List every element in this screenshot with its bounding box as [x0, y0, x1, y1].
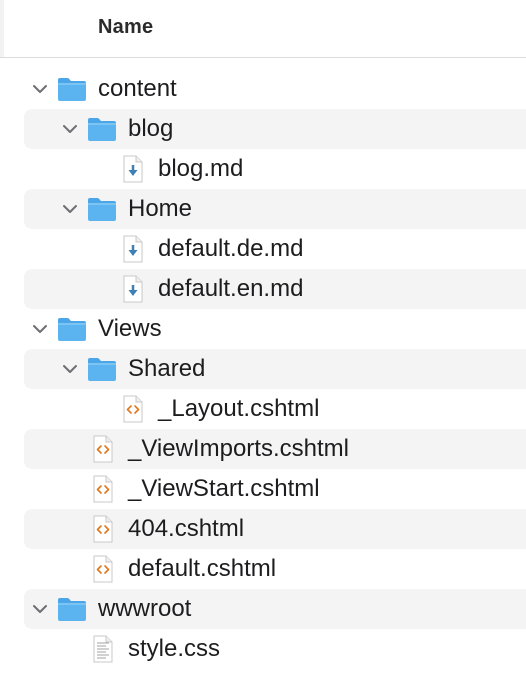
chevron-down-icon[interactable] [60, 119, 80, 139]
item-label: style.css [128, 635, 221, 662]
folder-row-content[interactable]: content [0, 69, 526, 109]
file-row-blog-md[interactable]: blog.md [0, 149, 526, 189]
css-file-icon [86, 635, 118, 663]
markdown-file-icon [116, 155, 148, 183]
file-row-style-css[interactable]: style.css [0, 629, 526, 669]
header-left-edge [0, 0, 4, 57]
chevron-down-icon[interactable] [30, 599, 50, 619]
item-label: blog [128, 115, 174, 142]
code-file-icon [86, 555, 118, 583]
code-file-icon [86, 515, 118, 543]
chevron-down-icon[interactable] [30, 319, 50, 339]
chevron-down-icon[interactable] [30, 79, 50, 99]
folder-row-home[interactable]: Home [0, 189, 526, 229]
code-file-icon [116, 395, 148, 423]
item-label: _ViewImports.cshtml [128, 435, 349, 462]
file-row-default-en-md[interactable]: default.en.md [0, 269, 526, 309]
name-column-header[interactable]: Name [98, 16, 153, 39]
folder-icon [56, 315, 88, 343]
folder-row-shared[interactable]: Shared [0, 349, 526, 389]
folder-icon [86, 195, 118, 223]
file-row-default-cshtml[interactable]: default.cshtml [0, 549, 526, 589]
item-label: _Layout.cshtml [158, 395, 320, 422]
folder-icon [86, 355, 118, 383]
item-label: Home [128, 195, 193, 222]
folder-icon [86, 115, 118, 143]
folder-row-wwwroot[interactable]: wwwroot [0, 589, 526, 629]
markdown-file-icon [116, 235, 148, 263]
code-file-icon [86, 475, 118, 503]
code-file-icon [86, 435, 118, 463]
item-label: Views [98, 315, 162, 342]
chevron-down-icon[interactable] [60, 199, 80, 219]
item-label: 404.cshtml [128, 515, 245, 542]
folder-icon [56, 75, 88, 103]
item-label: Shared [128, 355, 206, 382]
item-label: blog.md [158, 155, 244, 182]
file-row-viewstart-cshtml[interactable]: _ViewStart.cshtml [0, 469, 526, 509]
file-row-viewimports-cshtml[interactable]: _ViewImports.cshtml [0, 429, 526, 469]
file-list: content blog blog.md Home default.de.md defau… [0, 69, 526, 669]
finder-window: Name content blog blog.md Home default.de.md… [0, 0, 526, 682]
item-label: default.de.md [158, 235, 304, 262]
markdown-file-icon [116, 275, 148, 303]
list-header: Name [0, 0, 526, 58]
item-label: default.en.md [158, 275, 304, 302]
item-label: wwwroot [98, 595, 192, 622]
file-row-layout-cshtml[interactable]: _Layout.cshtml [0, 389, 526, 429]
folder-row-views[interactable]: Views [0, 309, 526, 349]
folder-icon [56, 595, 88, 623]
folder-row-blog[interactable]: blog [0, 109, 526, 149]
item-label: default.cshtml [128, 555, 277, 582]
item-label: content [98, 75, 177, 102]
item-label: _ViewStart.cshtml [128, 475, 320, 502]
chevron-down-icon[interactable] [60, 359, 80, 379]
file-row-default-de-md[interactable]: default.de.md [0, 229, 526, 269]
file-row-404-cshtml[interactable]: 404.cshtml [0, 509, 526, 549]
row-background [24, 149, 526, 189]
